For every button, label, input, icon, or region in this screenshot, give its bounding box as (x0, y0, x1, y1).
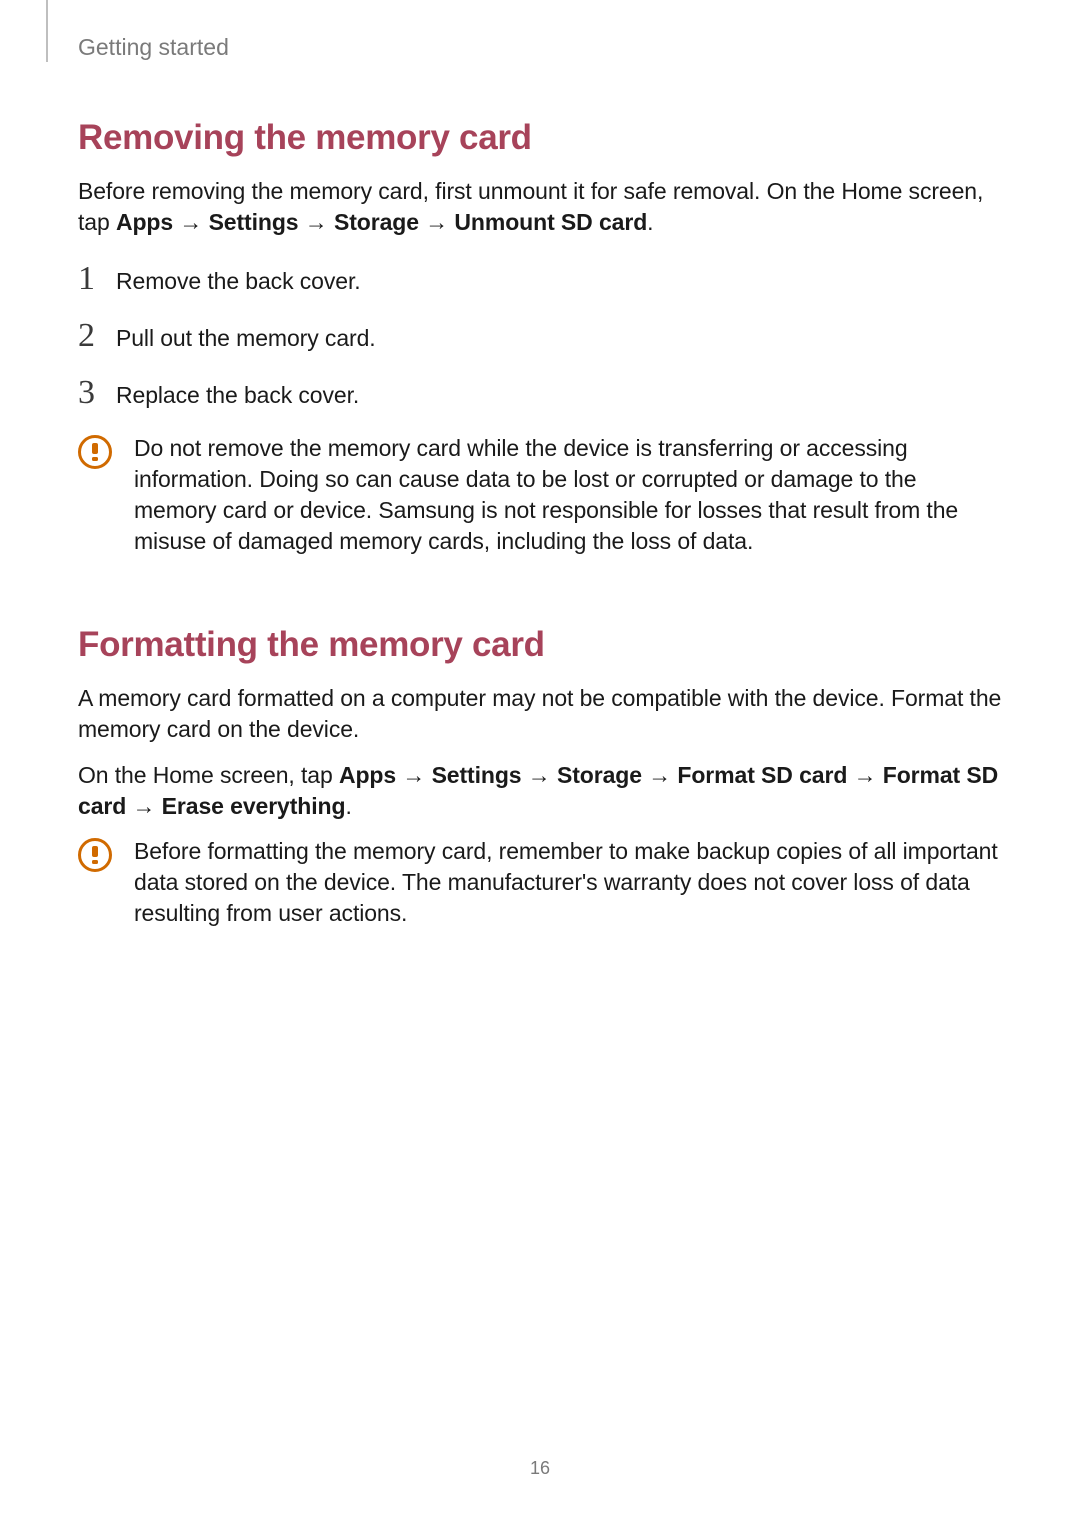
nav-path-segment: Erase everything (162, 793, 346, 819)
nav-path-segment: Settings (432, 762, 522, 788)
step-number: 1 (78, 262, 116, 296)
arrow-icon: → (299, 209, 334, 235)
nav-path-segment: Storage (557, 762, 642, 788)
nav-path-segment: Storage (334, 209, 419, 235)
step-text: Pull out the memory card. (116, 321, 1002, 354)
page-content: Removing the memory card Before removing… (78, 100, 1002, 939)
arrow-icon: → (522, 762, 557, 788)
nav-path-segment: Apps (339, 762, 396, 788)
text: On the Home screen, tap (78, 762, 339, 788)
arrow-icon: → (396, 762, 431, 788)
step-number: 2 (78, 319, 116, 353)
nav-path-segment: Apps (116, 209, 173, 235)
text: . (345, 793, 351, 819)
chapter-title: Getting started (78, 34, 229, 61)
heading-formatting: Formatting the memory card (78, 625, 1002, 665)
caution-icon (78, 435, 112, 469)
arrow-icon: → (126, 793, 161, 819)
nav-path-segment: Format SD card (677, 762, 847, 788)
step-item: 1 Remove the back cover. (78, 262, 1002, 297)
text: . (647, 209, 653, 235)
arrow-icon: → (642, 762, 677, 788)
nav-path-segment: Unmount SD card (454, 209, 647, 235)
arrow-icon: → (847, 762, 882, 788)
removing-steps: 1 Remove the back cover. 2 Pull out the … (78, 262, 1002, 411)
heading-removing: Removing the memory card (78, 118, 1002, 158)
step-text: Replace the back cover. (116, 378, 1002, 411)
page-number: 16 (0, 1458, 1080, 1479)
step-item: 3 Replace the back cover. (78, 376, 1002, 411)
warning-block: Before formatting the memory card, remem… (78, 836, 1002, 929)
step-text: Remove the back cover. (116, 264, 1002, 297)
warning-block: Do not remove the memory card while the … (78, 433, 1002, 557)
warning-text: Do not remove the memory card while the … (134, 433, 1002, 557)
warning-icon-wrap (78, 433, 134, 557)
page: Getting started Removing the memory card… (0, 0, 1080, 1527)
arrow-icon: → (173, 209, 208, 235)
removing-intro: Before removing the memory card, first u… (78, 176, 1002, 238)
step-number: 3 (78, 376, 116, 410)
warning-icon-wrap (78, 836, 134, 929)
caution-icon (78, 838, 112, 872)
nav-path-segment: Settings (209, 209, 299, 235)
formatting-para2: On the Home screen, tap Apps → Settings … (78, 760, 1002, 822)
header-divider (46, 0, 48, 62)
step-item: 2 Pull out the memory card. (78, 319, 1002, 354)
formatting-para1: A memory card formatted on a computer ma… (78, 683, 1002, 745)
warning-text: Before formatting the memory card, remem… (134, 836, 1002, 929)
arrow-icon: → (419, 209, 454, 235)
